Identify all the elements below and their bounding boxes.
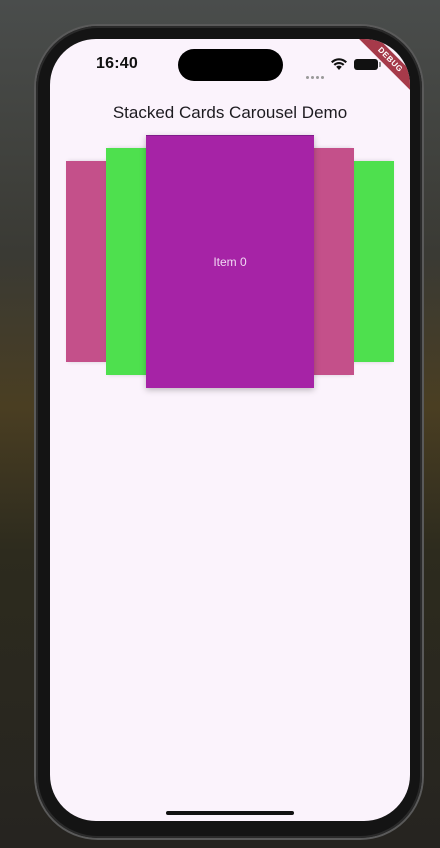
carousel-card-right-2[interactable]: [352, 161, 394, 362]
carousel-card-right-1[interactable]: [312, 148, 354, 375]
battery-icon: [354, 59, 381, 70]
app-screen: 16:40 DEBUG Stacked Cards Carousel Demo …: [50, 39, 410, 821]
card-label: Item 0: [213, 255, 247, 269]
carousel-card-left-1[interactable]: [106, 148, 148, 375]
carousel-card-left-2[interactable]: [66, 161, 108, 362]
carousel-card-center[interactable]: Item 0: [146, 135, 314, 388]
signal-dots-icon: [306, 66, 326, 79]
status-bar: 16:40 DEBUG: [50, 39, 410, 99]
dynamic-island: [178, 49, 283, 81]
stacked-cards-carousel[interactable]: Item 0: [50, 135, 410, 395]
status-time: 16:40: [96, 55, 138, 72]
page-title: Stacked Cards Carousel Demo: [112, 103, 348, 122]
wifi-icon: [330, 57, 348, 71]
home-indicator[interactable]: [166, 811, 294, 815]
